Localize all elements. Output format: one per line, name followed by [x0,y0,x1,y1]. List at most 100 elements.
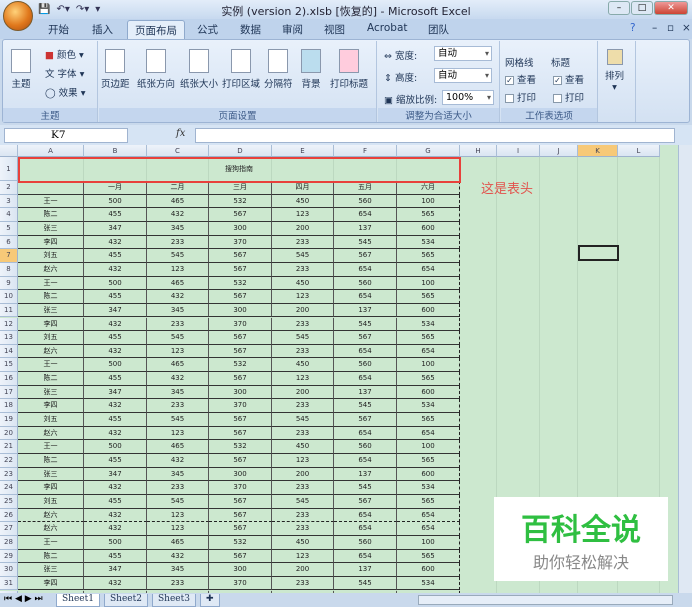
value-cell[interactable]: 654 [334,262,397,277]
value-cell[interactable]: 300 [209,563,272,577]
row-header-6[interactable]: 6 [0,235,18,250]
value-cell[interactable]: 233 [272,426,334,441]
value-cell[interactable]: 500 [84,358,147,373]
column-header-cell[interactable]: 二月 [147,181,209,195]
width-select[interactable]: 自动 [434,46,492,61]
value-cell[interactable]: 370 [209,399,272,414]
name-cell[interactable]: 王一 [18,440,84,454]
value-cell[interactable]: 300 [209,385,272,400]
office-button[interactable] [3,1,33,31]
value-cell[interactable]: 567 [209,290,272,304]
row-header-24[interactable]: 24 [0,481,18,495]
worksheet-grid[interactable]: A B C D E F G H I J K L 1 2 3 4 5 6 7 8 9 10 11 12 13 14 15 16 17 18 1… [0,145,678,605]
value-cell[interactable]: 500 [84,535,147,550]
name-cell[interactable]: 赵六 [18,344,84,359]
value-cell[interactable]: 545 [334,399,397,414]
value-cell[interactable]: 532 [209,358,272,373]
value-cell[interactable]: 123 [147,522,209,536]
name-cell[interactable]: 赵六 [18,508,84,523]
value-cell[interactable]: 123 [272,290,334,304]
value-cell[interactable]: 545 [147,249,209,263]
value-cell[interactable]: 100 [397,358,460,373]
sheet-nav-icons[interactable]: ⏮ ◀ ▶ ⏭ [4,594,43,604]
value-cell[interactable]: 123 [272,372,334,386]
value-cell[interactable]: 432 [84,235,147,250]
value-cell[interactable]: 654 [397,262,460,277]
value-cell[interactable]: 345 [147,221,209,236]
row-header-23[interactable]: 23 [0,467,18,482]
value-cell[interactable]: 233 [147,235,209,250]
value-cell[interactable]: 432 [147,549,209,564]
value-cell[interactable]: 450 [272,440,334,454]
colors-button[interactable]: ■ 颜色 ▾ [45,47,84,61]
value-cell[interactable]: 532 [209,535,272,550]
value-cell[interactable]: 565 [397,249,460,263]
value-cell[interactable]: 100 [397,535,460,550]
print-area-button[interactable]: 打印区域 [222,49,260,90]
value-cell[interactable]: 432 [84,399,147,414]
value-cell[interactable]: 432 [84,576,147,591]
name-cell[interactable]: 陈二 [18,454,84,468]
tab-review[interactable]: 审阅 [282,22,303,37]
value-cell[interactable]: 455 [84,549,147,564]
value-cell[interactable]: 567 [209,454,272,468]
value-cell[interactable]: 567 [334,331,397,345]
row-header-14[interactable]: 14 [0,344,18,359]
value-cell[interactable]: 432 [147,454,209,468]
value-cell[interactable]: 654 [397,508,460,523]
name-cell[interactable]: 赵六 [18,262,84,277]
row-header-21[interactable]: 21 [0,440,18,454]
value-cell[interactable]: 300 [209,221,272,236]
value-cell[interactable]: 200 [272,563,334,577]
tab-insert[interactable]: 插入 [92,22,113,37]
value-cell[interactable]: 567 [209,262,272,277]
value-cell[interactable]: 455 [84,208,147,222]
name-cell[interactable]: 王一 [18,358,84,373]
value-cell[interactable]: 560 [334,535,397,550]
value-cell[interactable]: 450 [272,194,334,209]
value-cell[interactable]: 534 [397,576,460,591]
value-cell[interactable]: 545 [334,481,397,495]
print-titles-button[interactable]: 打印标题 [330,49,368,90]
name-cell[interactable]: 张三 [18,467,84,482]
column-header-cell[interactable]: 三月 [209,181,272,195]
name-cell[interactable]: 刘五 [18,331,84,345]
value-cell[interactable]: 137 [334,303,397,318]
value-cell[interactable]: 137 [334,385,397,400]
name-cell[interactable]: 刘五 [18,494,84,509]
selected-cell[interactable] [578,245,619,261]
formula-input[interactable] [195,128,675,143]
column-header-cell[interactable]: 一月 [84,181,147,195]
orientation-button[interactable]: 纸张方向 [137,49,175,90]
column-header-A[interactable]: A [18,145,84,157]
value-cell[interactable]: 233 [147,399,209,414]
name-cell[interactable]: 陈二 [18,549,84,564]
value-cell[interactable]: 200 [272,467,334,482]
value-cell[interactable]: 345 [147,385,209,400]
value-cell[interactable]: 233 [272,399,334,414]
value-cell[interactable]: 347 [84,467,147,482]
gridlines-view-checkbox[interactable]: ✓ 查看 [505,72,536,86]
name-cell[interactable]: 赵六 [18,426,84,441]
value-cell[interactable]: 567 [209,249,272,263]
value-cell[interactable]: 123 [147,426,209,441]
column-header-H[interactable]: H [460,145,497,157]
value-cell[interactable]: 123 [272,454,334,468]
value-cell[interactable]: 432 [84,317,147,332]
value-cell[interactable]: 300 [209,303,272,318]
value-cell[interactable]: 654 [334,344,397,359]
value-cell[interactable]: 432 [84,262,147,277]
row-header-8[interactable]: 8 [0,262,18,277]
value-cell[interactable]: 600 [397,221,460,236]
value-cell[interactable]: 567 [209,413,272,427]
value-cell[interactable]: 534 [397,235,460,250]
name-cell[interactable]: 李四 [18,481,84,495]
close-button[interactable]: ✕ [654,1,688,15]
value-cell[interactable]: 347 [84,303,147,318]
name-cell[interactable]: 李四 [18,399,84,414]
value-cell[interactable]: 654 [334,522,397,536]
row-header-22[interactable]: 22 [0,454,18,468]
value-cell[interactable]: 450 [272,358,334,373]
headings-print-checkbox[interactable]: 打印 [553,90,584,104]
value-cell[interactable]: 560 [334,194,397,209]
